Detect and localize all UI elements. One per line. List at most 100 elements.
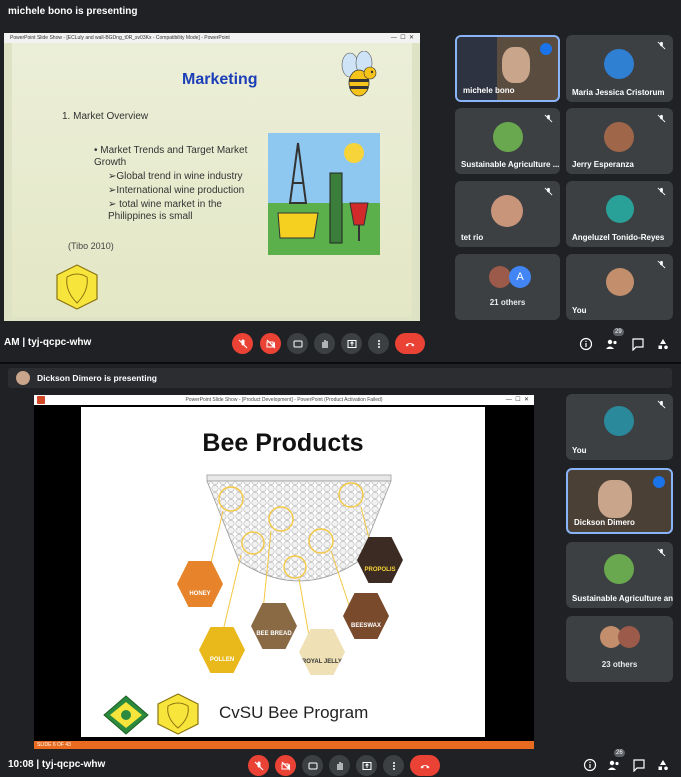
participant-tile[interactable]: Sustainable Agriculture an... xyxy=(566,542,673,608)
participant-tile[interactable]: 23 others xyxy=(566,616,673,682)
mic-toggle-button[interactable] xyxy=(248,755,269,776)
slide-footer-title: CvSU Bee Program xyxy=(219,703,369,722)
slide-title: Marketing xyxy=(182,71,258,88)
mic-off-icon xyxy=(657,260,666,269)
participant-tile[interactable]: tet rio xyxy=(455,181,560,247)
participant-name: You xyxy=(572,306,587,315)
more-options-button[interactable] xyxy=(383,755,404,776)
window-controls: — ☐ ✕ xyxy=(390,35,414,41)
participant-tile[interactable]: Jerry Esperanza xyxy=(566,108,673,174)
mic-off-icon xyxy=(544,187,553,196)
product-label: PROPOLIS xyxy=(364,567,396,573)
present-button[interactable] xyxy=(341,333,362,354)
participant-tile[interactable]: You xyxy=(566,394,673,460)
window-title: PowerPoint Slide Show - [Product Develop… xyxy=(185,397,383,403)
slide-bullet: • Market Trends and Target Market Growth xyxy=(94,145,248,168)
slide-sub-1: ➢Global trend in wine industry xyxy=(108,171,243,182)
hangup-icon xyxy=(420,764,430,768)
mic-off-icon xyxy=(657,114,666,123)
participant-name: Angeluzel Tonido-Reyes xyxy=(572,233,665,242)
captions-button[interactable] xyxy=(302,755,323,776)
powerpoint-icon xyxy=(37,396,45,404)
hand-icon xyxy=(336,761,343,770)
presented-slide-window: PowerPoint Slide Show - [Product Develop… xyxy=(34,395,534,749)
camera-toggle-button[interactable] xyxy=(260,333,281,354)
mic-off-icon xyxy=(657,400,666,409)
slide-sub-2: ➢International wine production xyxy=(108,185,245,196)
captions-button[interactable] xyxy=(287,333,308,354)
participant-name: Dickson Dimero xyxy=(574,518,635,527)
leave-call-button[interactable] xyxy=(395,333,425,354)
participant-name: Sustainable Agriculture an... xyxy=(572,594,673,603)
slide-title: Bee Products xyxy=(202,429,364,457)
avatar xyxy=(489,266,511,288)
participant-name: Sustainable Agriculture ... xyxy=(461,160,560,169)
presented-slide-window: PowerPoint Slide Show - [ECLuly and wall… xyxy=(4,33,420,321)
participant-tile[interactable]: Maria Jessica Cristorum xyxy=(566,35,673,102)
product-label: BEE BREAD xyxy=(256,631,292,637)
present-icon xyxy=(362,761,371,770)
mic-toggle-button[interactable] xyxy=(232,333,253,354)
slide: Marketing 1. Market Overview • Market Tr… xyxy=(12,43,412,317)
present-button[interactable] xyxy=(356,755,377,776)
participant-name: Maria Jessica Cristorum xyxy=(572,88,665,97)
more-vert-icon xyxy=(377,339,380,348)
top-meeting-screenshot: michele bono is presenting PowerPoint Sl… xyxy=(0,0,681,362)
hangup-icon xyxy=(405,342,415,346)
avatar xyxy=(604,122,634,152)
activities-icon[interactable] xyxy=(656,337,670,351)
slide-sub-3: ➢ total wine market in the Philippines i… xyxy=(108,199,222,222)
more-options-button[interactable] xyxy=(368,333,389,354)
avatar xyxy=(604,406,634,436)
activities-icon[interactable] xyxy=(656,758,670,772)
hand-icon xyxy=(321,339,328,348)
participant-tile[interactable]: Dickson Dimero xyxy=(566,468,673,534)
raise-hand-button[interactable] xyxy=(314,333,335,354)
window-controls: — ☐ ✕ xyxy=(505,397,529,403)
slide: Bee Products HONEY POLLEN BEE BREAD ROYA… xyxy=(81,407,485,737)
people-icon[interactable] xyxy=(605,337,619,351)
chat-icon[interactable] xyxy=(632,758,646,772)
people-icon[interactable] xyxy=(607,758,621,772)
captions-icon xyxy=(308,762,317,769)
avatar-letter: A xyxy=(509,266,531,288)
university-seal-logo xyxy=(103,695,149,735)
participant-name: michele bono xyxy=(463,86,515,95)
avatar xyxy=(606,195,634,223)
product-label: BEESWAX xyxy=(350,623,381,629)
window-titlebar: PowerPoint Slide Show - [ECLuly and wall… xyxy=(4,33,420,43)
window-titlebar: PowerPoint Slide Show - [Product Develop… xyxy=(34,395,534,405)
participant-tile[interactable]: Sustainable Agriculture ... xyxy=(455,108,560,174)
info-icon[interactable] xyxy=(583,758,597,772)
product-label: HONEY xyxy=(189,591,211,597)
chat-icon[interactable] xyxy=(631,337,645,351)
leave-call-button[interactable] xyxy=(410,755,440,776)
meeting-code: AM | tyj-qcpc-whw xyxy=(4,337,92,348)
raise-hand-button[interactable] xyxy=(329,755,350,776)
mic-off-icon xyxy=(544,114,553,123)
participant-tile[interactable]: michele bono xyxy=(455,35,560,102)
participant-name: 21 others xyxy=(489,298,526,307)
mic-off-icon xyxy=(657,548,666,557)
speaking-indicator xyxy=(540,43,552,55)
participant-name: tet rio xyxy=(461,233,484,242)
people-count-badge: 26 xyxy=(614,749,625,757)
participant-tile[interactable]: A 21 others xyxy=(455,254,560,320)
participant-tile[interactable]: You xyxy=(566,254,673,320)
participant-name: You xyxy=(572,446,587,455)
mic-off-icon xyxy=(657,41,666,50)
camera-off-icon xyxy=(281,761,290,770)
presenting-banner: michele bono is presenting xyxy=(8,6,138,17)
avatar xyxy=(606,268,634,296)
slide-list-item: 1. Market Overview xyxy=(62,111,149,122)
camera-off-icon xyxy=(266,339,275,348)
avatar xyxy=(618,626,640,648)
mic-off-icon xyxy=(254,761,263,770)
info-icon[interactable] xyxy=(579,337,593,351)
slideshow-status-bar: SLIDE 6 OF 43 xyxy=(34,741,534,749)
avatar xyxy=(493,122,523,152)
camera-toggle-button[interactable] xyxy=(275,755,296,776)
people-count-badge: 29 xyxy=(613,328,624,336)
presenting-text: Dickson Dimero is presenting xyxy=(37,373,157,383)
participant-tile[interactable]: Angeluzel Tonido-Reyes xyxy=(566,181,673,247)
